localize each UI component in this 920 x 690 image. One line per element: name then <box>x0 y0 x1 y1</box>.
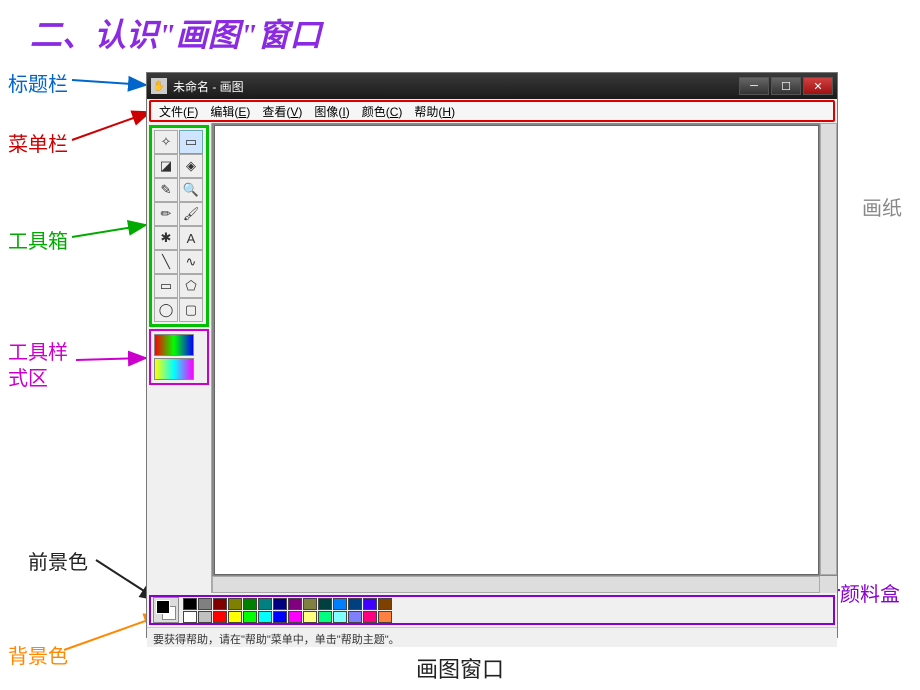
tool-text[interactable]: A <box>179 226 203 250</box>
label-toolstyle: 工具样 式区 <box>8 340 68 392</box>
window-title-text: 未命名 - 画图 <box>173 78 739 95</box>
scroll-corner <box>820 576 837 593</box>
color-swatch[interactable] <box>198 611 212 623</box>
label-canvas: 画纸 <box>862 192 902 221</box>
color-swatch[interactable] <box>228 611 242 623</box>
color-swatch[interactable] <box>348 598 362 610</box>
color-swatch[interactable] <box>183 598 197 610</box>
tool-picker[interactable]: ✎ <box>154 178 178 202</box>
color-swatch[interactable] <box>273 611 287 623</box>
color-swatch[interactable] <box>198 598 212 610</box>
menu-f[interactable]: 文件(F) <box>153 103 204 120</box>
color-swatch[interactable] <box>273 598 287 610</box>
tool-pencil[interactable]: ✏ <box>154 202 178 226</box>
vertical-scrollbar[interactable] <box>820 123 837 575</box>
tool-round-rect[interactable]: ▢ <box>179 298 203 322</box>
color-swatch[interactable] <box>363 611 377 623</box>
tool-polygon[interactable]: ⬠ <box>179 274 203 298</box>
tool-brush[interactable]: 🖌 <box>179 202 203 226</box>
figure-caption: 画图窗口 <box>416 652 504 684</box>
label-background-color: 背景色 <box>8 640 68 669</box>
color-swatch[interactable] <box>318 611 332 623</box>
toolbox[interactable]: ✧▭◪◈✎🔍✏🖌✱A╲∿▭⬠◯▢ <box>149 125 209 327</box>
label-menubar: 菜单栏 <box>8 128 68 157</box>
paint-window: ✋ 未命名 - 画图 ─ ☐ ✕ 文件(F)编辑(E)查看(V)图像(I)颜色(… <box>146 72 838 638</box>
color-swatch[interactable] <box>288 611 302 623</box>
color-swatch[interactable] <box>303 598 317 610</box>
tool-eraser[interactable]: ◪ <box>154 154 178 178</box>
app-icon: ✋ <box>151 78 167 94</box>
tool-style-area[interactable] <box>149 329 209 385</box>
menu-e[interactable]: 编辑(E) <box>204 103 256 120</box>
canvas-area <box>211 123 837 593</box>
foreground-color-swatch[interactable] <box>156 600 170 614</box>
color-swatch[interactable] <box>243 598 257 610</box>
color-swatch[interactable] <box>213 598 227 610</box>
color-swatch[interactable] <box>228 598 242 610</box>
color-swatch[interactable] <box>303 611 317 623</box>
color-swatch[interactable] <box>243 611 257 623</box>
color-swatch[interactable] <box>333 598 347 610</box>
tool-line[interactable]: ╲ <box>154 250 178 274</box>
menu-v[interactable]: 查看(V) <box>256 103 308 120</box>
style-option-2[interactable] <box>154 358 194 380</box>
tool-curve[interactable]: ∿ <box>179 250 203 274</box>
label-palette: 颜料盒 <box>840 578 900 607</box>
tool-free-select[interactable]: ✧ <box>154 130 178 154</box>
tool-rect-select[interactable]: ▭ <box>179 130 203 154</box>
color-swatch[interactable] <box>258 598 272 610</box>
menu-h[interactable]: 帮助(H) <box>408 103 461 120</box>
close-button[interactable]: ✕ <box>803 77 833 95</box>
status-bar: 要获得帮助，请在"帮助"菜单中，单击"帮助主题"。 <box>147 627 837 647</box>
menu-i[interactable]: 图像(I) <box>308 103 355 120</box>
tool-airbrush[interactable]: ✱ <box>154 226 178 250</box>
label-titlebar: 标题栏 <box>8 68 68 97</box>
tool-ellipse[interactable]: ◯ <box>154 298 178 322</box>
window-titlebar[interactable]: ✋ 未命名 - 画图 ─ ☐ ✕ <box>147 73 837 99</box>
color-swatch[interactable] <box>363 598 377 610</box>
color-palette[interactable] <box>183 598 392 623</box>
color-swatch[interactable] <box>318 598 332 610</box>
color-swatch[interactable] <box>183 611 197 623</box>
tool-magnifier[interactable]: 🔍 <box>179 178 203 202</box>
color-swatch[interactable] <box>258 611 272 623</box>
color-swatch[interactable] <box>333 611 347 623</box>
tool-fill[interactable]: ◈ <box>179 154 203 178</box>
color-panel[interactable] <box>149 595 835 625</box>
tool-rectangle[interactable]: ▭ <box>154 274 178 298</box>
minimize-button[interactable]: ─ <box>739 77 769 95</box>
style-option-1[interactable] <box>154 334 194 356</box>
fg-bg-selector[interactable] <box>153 597 179 623</box>
horizontal-scrollbar[interactable] <box>212 576 820 593</box>
window-menubar[interactable]: 文件(F)编辑(E)查看(V)图像(I)颜色(C)帮助(H) <box>149 100 835 122</box>
color-swatch[interactable] <box>378 598 392 610</box>
menu-c[interactable]: 颜色(C) <box>356 103 409 120</box>
color-swatch[interactable] <box>378 611 392 623</box>
label-toolbox: 工具箱 <box>8 225 68 254</box>
color-swatch[interactable] <box>213 611 227 623</box>
label-foreground-color: 前景色 <box>28 546 88 575</box>
slide-heading: 二、认识"画图"窗口 <box>30 10 322 56</box>
color-swatch[interactable] <box>348 611 362 623</box>
drawing-canvas[interactable] <box>214 125 819 575</box>
color-swatch[interactable] <box>288 598 302 610</box>
maximize-button[interactable]: ☐ <box>771 77 801 95</box>
